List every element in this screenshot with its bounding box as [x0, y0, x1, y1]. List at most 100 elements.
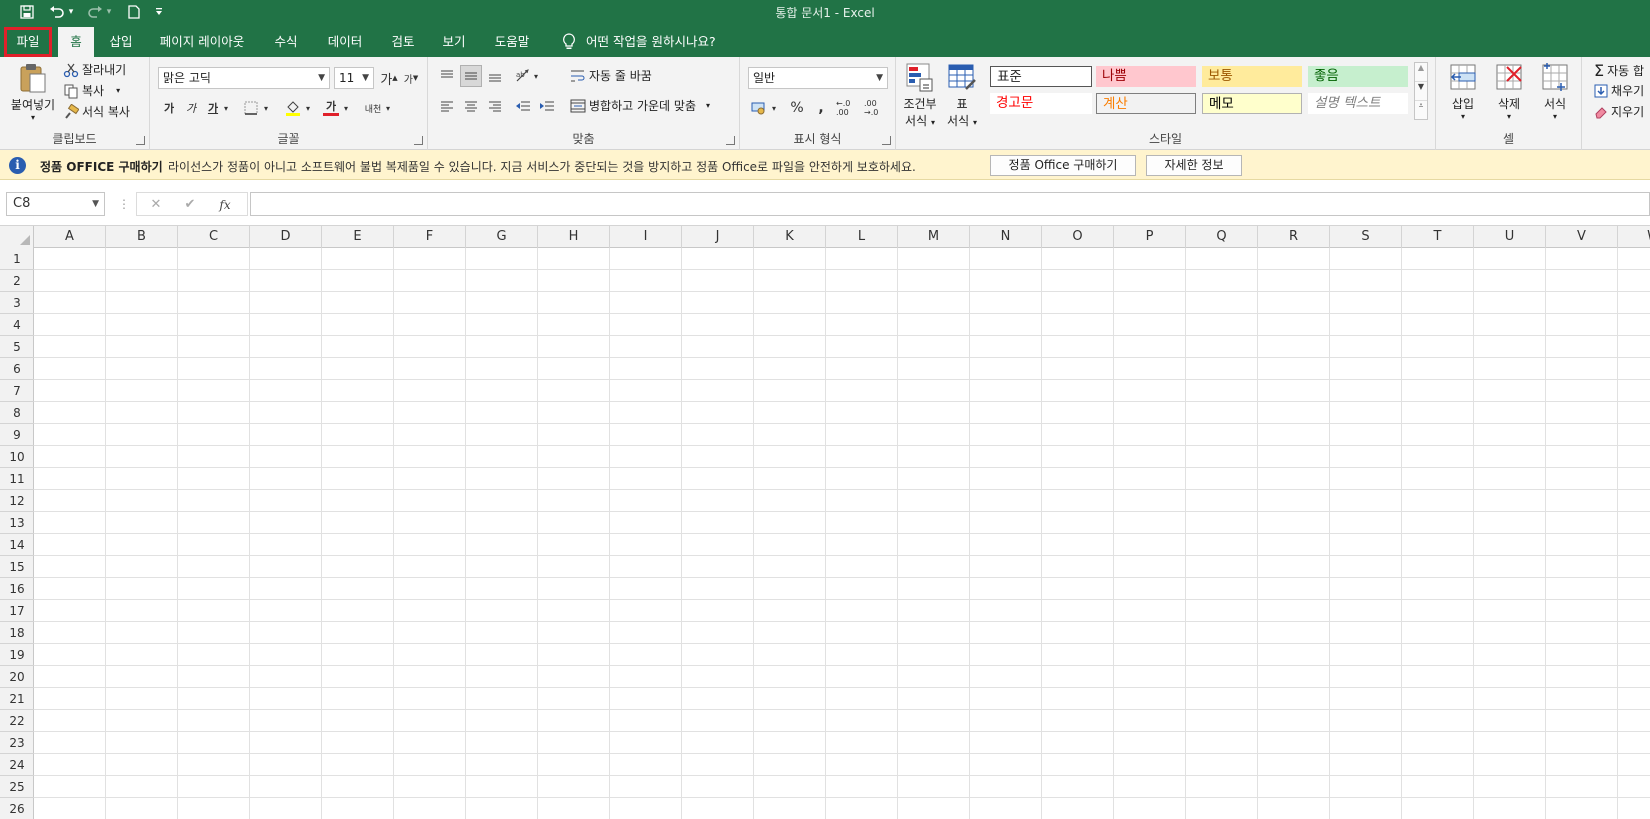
align-center-icon[interactable] — [460, 95, 482, 117]
shrink-font-button[interactable]: 가 ▼ — [400, 67, 422, 89]
increase-indent-icon[interactable] — [536, 95, 558, 117]
percent-button[interactable]: % — [786, 97, 808, 119]
row-header-8[interactable]: 8 — [0, 402, 34, 424]
style-neutral[interactable]: 보통 — [1202, 66, 1302, 87]
grow-font-button[interactable]: 가 ▲ — [378, 67, 400, 89]
row-header-19[interactable]: 19 — [0, 644, 34, 666]
tab-insert[interactable]: 삽입 — [101, 27, 141, 57]
column-header-k[interactable]: K — [754, 226, 826, 248]
formula-input[interactable] — [250, 192, 1650, 216]
row-header-24[interactable]: 24 — [0, 754, 34, 776]
paste-dropdown-icon[interactable]: ▾ — [8, 113, 58, 122]
tab-page-layout[interactable]: 페이지 레이아웃 — [152, 27, 252, 57]
buy-office-button[interactable]: 정품 Office 구매하기 — [990, 155, 1136, 176]
merge-center-button[interactable]: 병합하고 가운데 맞춤 ▾ — [570, 97, 710, 114]
row-header-17[interactable]: 17 — [0, 600, 34, 622]
scroll-up-icon[interactable]: ▲ — [1415, 63, 1427, 82]
font-color-dropdown-icon[interactable]: ▾ — [340, 97, 352, 119]
accounting-format-icon[interactable] — [748, 97, 770, 119]
select-all-corner[interactable] — [0, 226, 34, 248]
bold-button[interactable]: 가 — [158, 97, 180, 119]
column-header-h[interactable]: H — [538, 226, 610, 248]
font-size-select[interactable]: 11 ▼ — [334, 67, 374, 89]
tab-home[interactable]: 홈 — [58, 27, 94, 57]
tab-help[interactable]: 도움말 — [487, 27, 537, 57]
fill-color-dropdown-icon[interactable]: ▾ — [302, 97, 314, 119]
autosum-button[interactable]: Σ 자동 합 — [1594, 61, 1644, 80]
copy-dropdown-icon[interactable]: ▾ — [116, 86, 120, 95]
conditional-formatting-button[interactable]: 조건부 서식 ▾ — [898, 61, 942, 129]
tab-file[interactable]: 파일 — [4, 27, 52, 57]
delete-cells-button[interactable]: 삭제 ▾ — [1488, 61, 1530, 121]
column-header-w[interactable]: W — [1618, 226, 1650, 248]
style-note[interactable]: 메모 — [1202, 93, 1302, 114]
tab-formulas[interactable]: 수식 — [266, 27, 306, 57]
row-header-26[interactable]: 26 — [0, 798, 34, 819]
align-right-icon[interactable] — [484, 95, 506, 117]
column-header-o[interactable]: O — [1042, 226, 1114, 248]
name-box[interactable]: C8 ▼ — [6, 192, 105, 216]
row-header-11[interactable]: 11 — [0, 468, 34, 490]
style-explanatory[interactable]: 설명 텍스트 — [1308, 93, 1408, 114]
column-header-c[interactable]: C — [178, 226, 250, 248]
insert-cells-button[interactable]: 삽입 ▾ — [1442, 61, 1484, 121]
cancel-icon[interactable]: ✕ — [145, 195, 167, 215]
enter-icon[interactable]: ✔ — [179, 195, 201, 215]
column-header-b[interactable]: B — [106, 226, 178, 248]
number-launcher-icon[interactable] — [882, 136, 891, 145]
style-calculation[interactable]: 계산 — [1096, 93, 1196, 114]
column-header-f[interactable]: F — [394, 226, 466, 248]
insert-function-icon[interactable]: fx — [213, 195, 237, 215]
orientation-dropdown-icon[interactable]: ▾ — [530, 65, 542, 87]
column-header-q[interactable]: Q — [1186, 226, 1258, 248]
italic-button[interactable]: 가 — [180, 97, 202, 119]
row-header-13[interactable]: 13 — [0, 512, 34, 534]
column-header-g[interactable]: G — [466, 226, 538, 248]
decrease-indent-icon[interactable] — [512, 95, 534, 117]
row-header-9[interactable]: 9 — [0, 424, 34, 446]
format-painter-button[interactable]: 서식 복사 — [63, 103, 130, 120]
style-bad[interactable]: 나쁨 — [1096, 66, 1196, 87]
row-header-7[interactable]: 7 — [0, 380, 34, 402]
column-header-i[interactable]: I — [610, 226, 682, 248]
paste-button[interactable]: 붙여넣기 ▾ — [8, 62, 58, 122]
wrap-text-button[interactable]: 자동 줄 바꿈 — [570, 67, 652, 84]
merge-dropdown-icon[interactable]: ▾ — [706, 101, 710, 110]
font-color-button[interactable]: 가 — [320, 97, 342, 119]
column-header-u[interactable]: U — [1474, 226, 1546, 248]
scroll-down-icon[interactable]: ▼ — [1415, 82, 1427, 101]
style-gallery-scroll[interactable]: ▲ ▼ ⩡ — [1414, 62, 1428, 120]
row-header-2[interactable]: 2 — [0, 270, 34, 292]
column-header-t[interactable]: T — [1402, 226, 1474, 248]
comma-button[interactable]: , — [810, 97, 832, 119]
style-normal[interactable]: 표준 — [990, 66, 1092, 87]
row-header-12[interactable]: 12 — [0, 490, 34, 512]
row-header-15[interactable]: 15 — [0, 556, 34, 578]
font-name-select[interactable]: 맑은 고딕 ▼ — [158, 67, 330, 89]
row-header-21[interactable]: 21 — [0, 688, 34, 710]
number-format-select[interactable]: 일반 ▼ — [748, 67, 888, 89]
align-bottom-icon[interactable] — [484, 65, 506, 87]
gallery-more-icon[interactable]: ⩡ — [1415, 101, 1427, 119]
row-header-14[interactable]: 14 — [0, 534, 34, 556]
borders-dropdown-icon[interactable]: ▾ — [260, 97, 272, 119]
clipboard-launcher-icon[interactable] — [136, 136, 145, 145]
increase-decimal-button[interactable]: ←.0 .00 — [836, 97, 862, 119]
align-left-icon[interactable] — [436, 95, 458, 117]
row-header-16[interactable]: 16 — [0, 578, 34, 600]
column-header-j[interactable]: J — [682, 226, 754, 248]
align-top-icon[interactable] — [436, 65, 458, 87]
column-header-r[interactable]: R — [1258, 226, 1330, 248]
row-header-23[interactable]: 23 — [0, 732, 34, 754]
row-header-25[interactable]: 25 — [0, 776, 34, 798]
style-warning[interactable]: 경고문 — [990, 93, 1092, 114]
phonetic-button[interactable]: 내천 — [362, 97, 384, 119]
column-header-l[interactable]: L — [826, 226, 898, 248]
fill-color-icon[interactable] — [282, 97, 304, 119]
column-header-e[interactable]: E — [322, 226, 394, 248]
row-header-22[interactable]: 22 — [0, 710, 34, 732]
align-middle-icon[interactable] — [460, 65, 482, 87]
row-header-5[interactable]: 5 — [0, 336, 34, 358]
phonetic-dropdown-icon[interactable]: ▾ — [382, 97, 394, 119]
copy-button[interactable]: 복사 ▾ — [63, 82, 120, 99]
